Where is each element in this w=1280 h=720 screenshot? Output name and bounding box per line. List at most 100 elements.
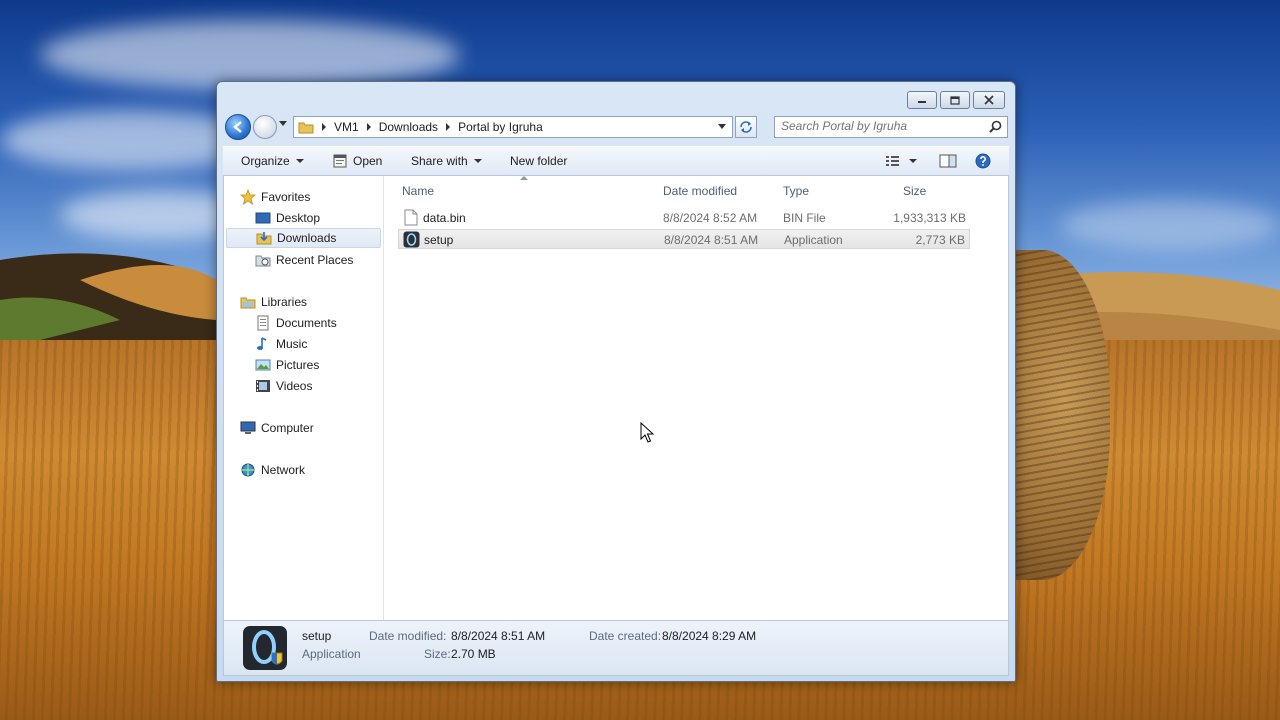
- file-date-modified: 8/8/2024 8:51 AM: [664, 233, 759, 247]
- file-name: setup: [424, 233, 454, 247]
- nav-network-label: Network: [261, 463, 306, 477]
- arrow-right-icon: [258, 120, 272, 134]
- file-type: BIN File: [783, 211, 826, 225]
- generic-file-icon: [404, 209, 418, 226]
- organize-button[interactable]: Organize: [241, 147, 304, 175]
- computer-icon: [240, 421, 256, 434]
- nav-recent-places-label: Recent Places: [276, 253, 354, 267]
- nav-pictures-label: Pictures: [276, 358, 320, 372]
- organize-label: Organize: [241, 154, 290, 168]
- new-folder-button[interactable]: New folder: [510, 147, 567, 175]
- nav-pictures[interactable]: Pictures: [255, 355, 319, 375]
- nav-recent-places[interactable]: Recent Places: [255, 250, 353, 270]
- breadcrumb-vm1[interactable]: VM1: [334, 120, 359, 134]
- cloud: [40, 20, 460, 90]
- setup-app-large-icon: [243, 626, 287, 670]
- videos-icon: [256, 380, 270, 392]
- chevron-down-icon: [473, 159, 482, 163]
- chevron-down-icon: [295, 159, 304, 163]
- nav-network[interactable]: Network: [240, 460, 305, 480]
- star-icon: [240, 189, 256, 205]
- chevron-down-icon: [909, 159, 917, 163]
- breadcrumb-separator[interactable]: [322, 123, 326, 131]
- file-name: data.bin: [423, 211, 466, 225]
- share-with-button[interactable]: Share with: [411, 147, 482, 175]
- setup-app-icon: [403, 231, 420, 248]
- nav-videos[interactable]: Videos: [255, 376, 312, 396]
- open-button[interactable]: Open: [333, 147, 382, 175]
- details-date-created: 8/8/2024 8:29 AM: [662, 629, 757, 643]
- details-file-name: setup: [302, 629, 332, 643]
- maximize-button[interactable]: [940, 91, 970, 109]
- details-date-modified-label: Date modified:: [369, 629, 447, 643]
- arrow-left-icon: [233, 121, 242, 133]
- search-input[interactable]: [775, 117, 986, 135]
- close-button[interactable]: [973, 91, 1005, 109]
- nav-libraries[interactable]: Libraries: [240, 292, 307, 312]
- preview-pane-icon: [939, 154, 957, 168]
- details-view-icon: [886, 156, 899, 166]
- preview-pane-button[interactable]: [939, 147, 957, 175]
- nav-documents[interactable]: Documents: [255, 313, 337, 333]
- forward-button[interactable]: [253, 115, 277, 139]
- breadcrumb-current-folder[interactable]: Portal by Igruha: [458, 120, 543, 134]
- file-row-data-bin[interactable]: data.bin 8/8/2024 8:52 AM BIN File 1,933…: [398, 208, 970, 228]
- nav-libraries-label: Libraries: [261, 295, 308, 309]
- nav-computer[interactable]: Computer: [240, 418, 314, 438]
- column-header-type[interactable]: Type: [783, 184, 809, 198]
- file-date-modified: 8/8/2024 8:52 AM: [663, 211, 758, 225]
- details-file-type: Application: [302, 647, 361, 661]
- column-header-size[interactable]: Size: [903, 184, 926, 198]
- details-size: 2.70 MB: [451, 647, 496, 661]
- recent-pages-dropdown[interactable]: [279, 121, 287, 126]
- search-icon[interactable]: [989, 120, 1002, 133]
- documents-icon: [257, 315, 269, 331]
- address-history-dropdown[interactable]: [718, 124, 726, 129]
- change-view-button[interactable]: [885, 147, 917, 175]
- sort-ascending-icon: [520, 176, 528, 180]
- breadcrumb-separator[interactable]: [366, 123, 371, 131]
- downloads-folder-icon: [256, 232, 272, 245]
- help-icon: [975, 153, 991, 169]
- explorer-window: VM1 Downloads Portal by Igruha Or: [216, 81, 1016, 682]
- breadcrumb-downloads[interactable]: Downloads: [379, 120, 438, 134]
- nav-music-label: Music: [276, 337, 308, 351]
- column-header-name[interactable]: Name: [402, 184, 434, 198]
- help-button[interactable]: [975, 147, 991, 175]
- open-app-icon: [333, 154, 347, 168]
- details-pane: setup Application Date modified: 8/8/202…: [223, 620, 1009, 676]
- open-label: Open: [353, 154, 383, 168]
- mouse-pointer-icon: [640, 422, 654, 443]
- share-with-label: Share with: [411, 154, 468, 168]
- recent-places-icon: [255, 255, 271, 267]
- minimize-button[interactable]: [907, 91, 937, 109]
- nav-music[interactable]: Music: [255, 334, 307, 354]
- libraries-icon: [240, 297, 256, 309]
- content-area: Favorites Desktop Downloads Recent Place…: [223, 175, 1009, 621]
- folder-icon: [298, 122, 314, 134]
- breadcrumb-separator[interactable]: [446, 123, 451, 131]
- restore-icon: [950, 95, 960, 105]
- nav-videos-label: Videos: [276, 379, 313, 393]
- nav-documents-label: Documents: [276, 316, 337, 330]
- column-header-date-modified[interactable]: Date modified: [663, 184, 737, 198]
- nav-desktop-label: Desktop: [276, 211, 321, 225]
- minimize-icon: [918, 101, 926, 103]
- nav-downloads[interactable]: Downloads: [226, 228, 381, 248]
- nav-downloads-label: Downloads: [277, 231, 337, 245]
- pictures-icon: [255, 359, 271, 371]
- details-date-created-label: Date created:: [589, 629, 662, 643]
- address-row: VM1 Downloads Portal by Igruha: [225, 112, 1008, 140]
- back-button[interactable]: [225, 114, 251, 140]
- refresh-button[interactable]: [735, 116, 757, 138]
- new-folder-label: New folder: [510, 154, 568, 168]
- nav-favorites[interactable]: Favorites: [240, 187, 310, 207]
- nav-desktop[interactable]: Desktop: [255, 208, 320, 228]
- address-bar[interactable]: VM1 Downloads Portal by Igruha: [293, 116, 733, 138]
- music-icon: [257, 337, 267, 350]
- nav-favorites-label: Favorites: [261, 190, 311, 204]
- file-type: Application: [784, 233, 843, 247]
- search-box[interactable]: [774, 116, 1008, 138]
- file-row-setup[interactable]: setup 8/8/2024 8:51 AM Application 2,773…: [398, 229, 970, 249]
- close-icon: [984, 95, 994, 105]
